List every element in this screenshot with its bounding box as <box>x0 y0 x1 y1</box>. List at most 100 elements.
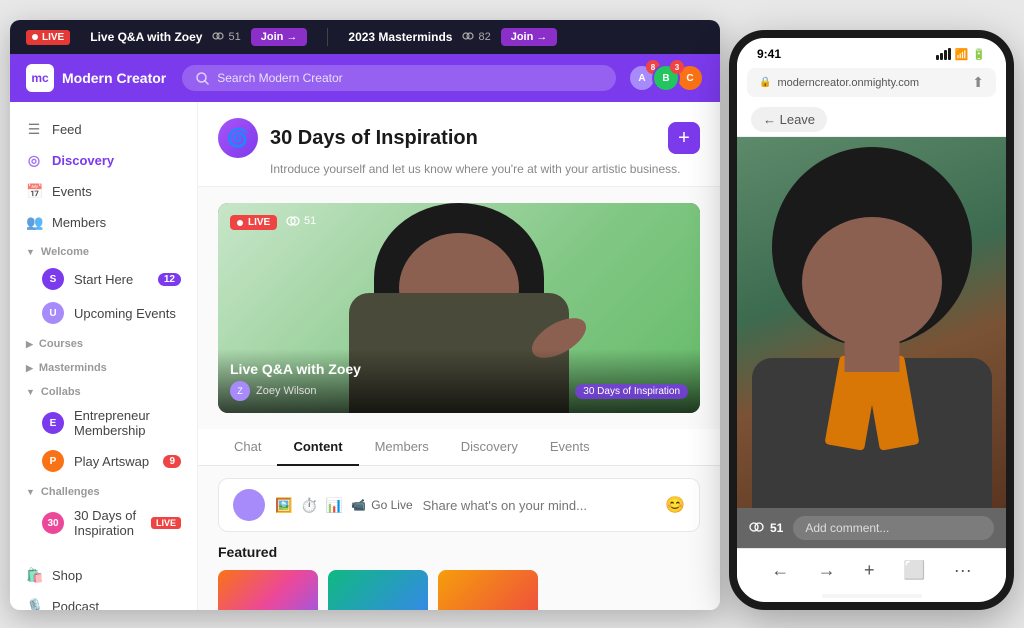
video-tag: 30 Days of Inspiration <box>575 384 688 399</box>
event-1-count: 51 <box>212 31 240 43</box>
featured-card-1[interactable] <box>218 570 318 610</box>
sidebar-item-label-events: Events <box>52 184 92 199</box>
phone-leave-bar: ← Leave <box>737 103 1006 137</box>
search-placeholder: Search Modern Creator <box>217 71 342 85</box>
sidebar-item-members[interactable]: 👥 Members <box>10 207 197 238</box>
section-masterminds[interactable]: ▶ Masterminds <box>10 354 197 378</box>
post-input[interactable] <box>423 498 655 513</box>
section-collabs[interactable]: ▼ Collabs <box>10 378 197 402</box>
go-live-button[interactable]: 📹 Go Live <box>351 498 412 512</box>
sidebar-label-podcast: Podcast <box>52 599 99 610</box>
phone-status-right: 📶 🔋 <box>936 48 986 61</box>
image-tool[interactable]: 🖼️ <box>275 497 292 514</box>
video-title: Live Q&A with Zoey <box>230 361 688 377</box>
section-challenges[interactable]: ▼ Challenges <box>10 478 197 502</box>
leave-button[interactable]: ← Leave <box>751 107 827 132</box>
gif-tool[interactable]: ⏱️ <box>300 497 317 514</box>
section-courses-label: Courses <box>39 338 83 350</box>
notif-dot-2: 3 <box>670 60 684 74</box>
viewers-icon <box>286 216 300 227</box>
phone-tabs-btn[interactable]: ⬜ <box>903 560 925 581</box>
phone-video <box>737 137 1006 508</box>
phone-viewers-icon <box>749 522 765 534</box>
battery-icon: 🔋 <box>972 48 986 61</box>
app-header: mc Modern Creator Search Modern Creator … <box>10 54 720 102</box>
sidebar-sub-upcoming[interactable]: U Upcoming Events <box>10 296 197 330</box>
members-icon: 👥 <box>26 214 42 231</box>
sidebar-sub-artswap[interactable]: P Play Artswap 9 <box>10 444 197 478</box>
emoji-button[interactable]: 😊 <box>665 495 685 515</box>
lock-icon: 🔒 <box>759 77 771 88</box>
tab-members[interactable]: Members <box>359 429 445 466</box>
phone-comment-input[interactable]: Add comment... <box>793 516 994 540</box>
section-courses[interactable]: ▶ Courses <box>10 330 197 354</box>
sidebar-item-feed[interactable]: ☰ Feed <box>10 114 197 145</box>
start-here-badge: 12 <box>158 273 181 286</box>
join-btn-2[interactable]: Join → <box>501 28 558 46</box>
tab-events[interactable]: Events <box>534 429 606 466</box>
sub-avatar-entrepreneur: E <box>42 412 64 434</box>
sidebar-label-shop: Shop <box>52 568 82 583</box>
channel-header: 🌀 30 Days of Inspiration + Introduce you… <box>198 102 720 187</box>
phone-url-bar[interactable]: 🔒 moderncreator.onmighty.com ⬆ <box>747 68 996 97</box>
banner-divider <box>327 28 328 46</box>
chevron-masterminds: ▶ <box>26 363 33 374</box>
tab-chat[interactable]: Chat <box>218 429 277 466</box>
sidebar-item-label-members: Members <box>52 215 106 230</box>
tab-content[interactable]: Content <box>277 429 358 466</box>
section-welcome[interactable]: ▼ Welcome <box>10 238 197 262</box>
sidebar-sub-start-here[interactable]: S Start Here 12 <box>10 262 197 296</box>
search-bar[interactable]: Search Modern Creator <box>182 65 616 91</box>
feed-icon: ☰ <box>26 121 42 138</box>
discovery-icon: ◎ <box>26 152 42 169</box>
30days-live: LIVE <box>151 517 181 529</box>
join-btn-1[interactable]: Join → <box>251 28 308 46</box>
video-overlay: Live Q&A with Zoey Z Zoey Wilson 30 Days… <box>218 349 700 413</box>
go-live-label: Go Live <box>371 498 412 512</box>
header-avatars: A 8 B 3 C <box>632 64 704 92</box>
poll-tool[interactable]: 📊 <box>326 497 343 514</box>
notification-badge-2: B 3 <box>656 64 680 92</box>
artswap-label: Play Artswap <box>74 454 149 469</box>
sidebar-item-shop[interactable]: 🛍️ Shop <box>10 560 197 591</box>
featured-grid <box>218 570 700 610</box>
section-welcome-label: Welcome <box>41 246 89 258</box>
sidebar-item-discovery[interactable]: ◎ Discovery <box>10 145 197 176</box>
sidebar: ☰ Feed ◎ Discovery 📅 Events 👥 Members ▼ … <box>10 102 198 610</box>
featured-card-2[interactable] <box>328 570 428 610</box>
sidebar-item-events[interactable]: 📅 Events <box>10 176 197 207</box>
phone-forward-btn[interactable]: → <box>818 560 836 581</box>
channel-desc: Introduce yourself and let us know where… <box>270 162 700 176</box>
live-badge: LIVE <box>26 30 70 45</box>
channel-title-row: 🌀 30 Days of Inspiration + <box>218 118 700 158</box>
sub-avatar-start: S <box>42 268 64 290</box>
phone-menu-btn[interactable]: ··· <box>954 560 972 581</box>
phone-back-btn[interactable]: ← <box>771 560 789 581</box>
podcast-icon: 🎙️ <box>26 598 42 610</box>
plus-button[interactable]: + <box>668 122 700 154</box>
phone-url: moderncreator.onmighty.com <box>777 77 919 89</box>
featured-card-3[interactable] <box>438 570 538 610</box>
start-here-label: Start Here <box>74 272 133 287</box>
30days-label: 30 Days of Inspiration <box>74 508 137 538</box>
video-container: LIVE 51 Live Q&A with Zoey Z Zoey Wilson <box>218 203 700 413</box>
signal-bar-4 <box>948 48 951 60</box>
live-event-1: Live Q&A with Zoey 51 Join → <box>90 28 307 46</box>
content-tabs: Chat Content Members Discovery Events <box>198 429 720 466</box>
signal-bar-2 <box>940 53 943 60</box>
tab-discovery[interactable]: Discovery <box>445 429 534 466</box>
sidebar-item-podcast[interactable]: 🎙️ Podcast <box>10 591 197 610</box>
event-2-title: 2023 Masterminds <box>348 30 452 44</box>
video-host-row: Z Zoey Wilson 30 Days of Inspiration <box>230 381 688 401</box>
channel-icon: 🌀 <box>218 118 258 158</box>
shop-icon: 🛍️ <box>26 567 42 584</box>
post-user-avatar <box>233 489 265 521</box>
featured-section: Featured <box>198 544 720 610</box>
sidebar-sub-entrepreneur[interactable]: E Entrepreneur Membership <box>10 402 197 444</box>
phone-share-btn[interactable]: + <box>864 560 875 581</box>
logo-icon: mc <box>26 64 54 92</box>
search-icon <box>196 72 209 85</box>
sidebar-sub-30days[interactable]: 30 30 Days of Inspiration LIVE <box>10 502 197 544</box>
post-area: 🖼️ ⏱️ 📊 📹 Go Live 😊 <box>218 478 700 532</box>
share-icon[interactable]: ⬆ <box>972 74 984 91</box>
